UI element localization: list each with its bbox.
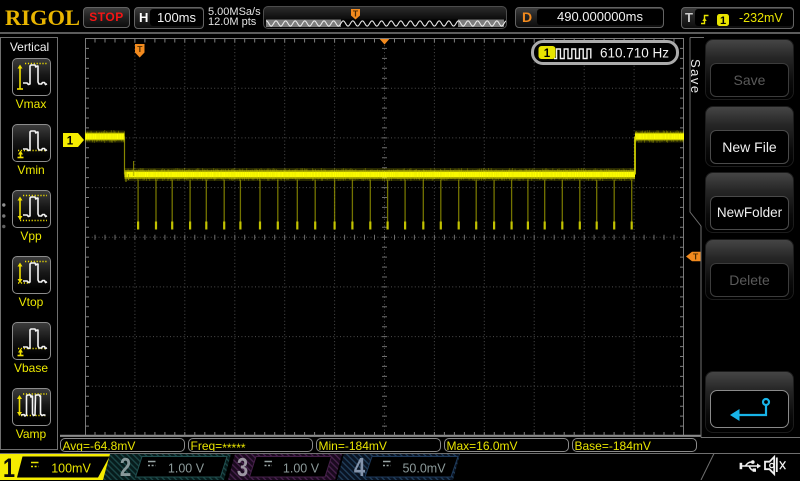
svg-text:610.710 Hz: 610.710 Hz — [600, 46, 669, 61]
svg-text:1: 1 — [544, 48, 551, 60]
svg-text:1.00 V: 1.00 V — [168, 462, 205, 476]
svg-text:50.0mV: 50.0mV — [402, 462, 446, 476]
svg-text:1.00 V: 1.00 V — [283, 462, 320, 476]
svg-text:1: 1 — [3, 454, 15, 480]
svg-text:2: 2 — [120, 453, 131, 480]
svg-text:4: 4 — [354, 453, 365, 480]
svg-text:3: 3 — [237, 453, 248, 480]
svg-text:100mV: 100mV — [51, 462, 91, 476]
